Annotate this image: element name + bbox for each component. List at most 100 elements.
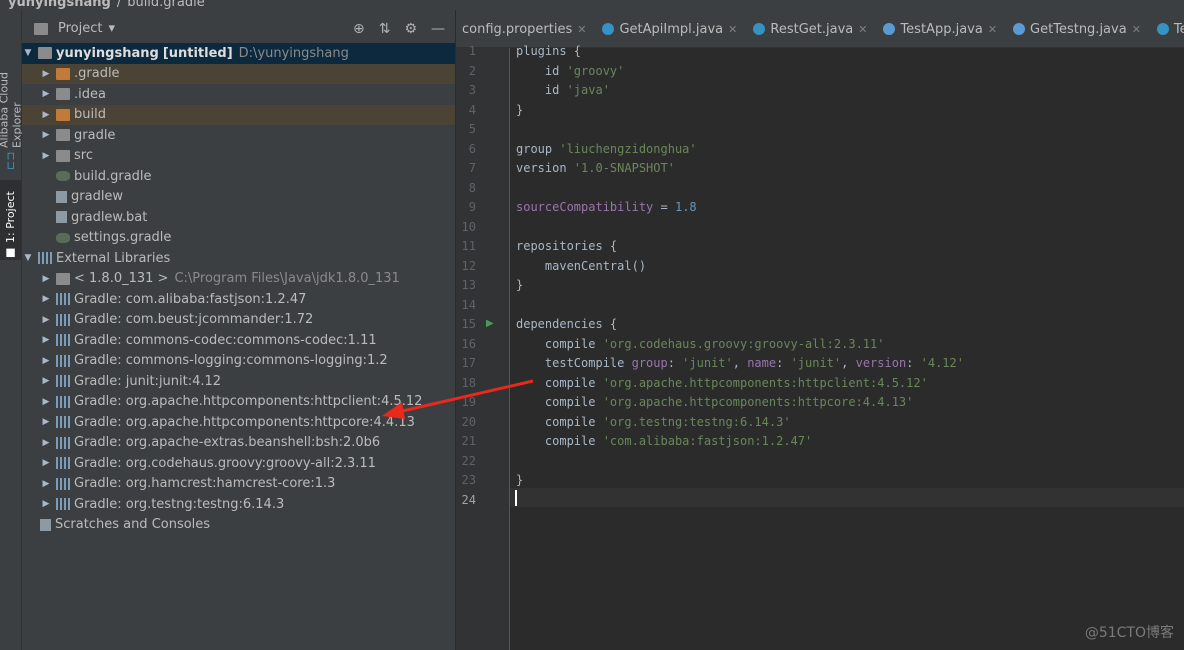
tree-item-build[interactable]: ▶ build [22,104,455,125]
tree-item-gradle[interactable]: ▶ gradle [22,125,455,146]
collapsed-arrow-icon[interactable]: ▶ [40,274,52,284]
tree-item-gradlew[interactable]: gradlew [22,187,455,208]
scratches-icon [40,518,51,531]
tree-lib-item[interactable]: ▶ Gradle: junit:junit:4.12 [22,371,455,392]
close-icon[interactable]: ✕ [1132,23,1141,36]
tree-item-src[interactable]: ▶ src [22,146,455,167]
collapsed-arrow-icon[interactable]: ▶ [40,130,52,140]
tab-restget[interactable]: RestGet.java ✕ [747,11,877,47]
tab-getapiimpl[interactable]: GetApiImpl.java ✕ [596,11,747,47]
tab-testapp[interactable]: TestApp.java ✕ [877,11,1007,47]
tree-scratches[interactable]: Scratches and Consoles [22,515,455,536]
project-icon [34,22,48,35]
collapsed-arrow-icon[interactable]: ▶ [40,294,52,304]
code-line[interactable]: plugins { [516,44,581,58]
project-view-selector[interactable]: Project ▾ [30,21,115,36]
collapsed-arrow-icon[interactable]: ▶ [40,151,52,161]
code-line[interactable]: compile 'org.apache.httpcomponents:httpc… [516,376,928,390]
line-number: 24 [461,492,476,507]
code-line[interactable]: sourceCompatibility = 1.8 [516,200,697,214]
code-line[interactable]: dependencies { [516,317,617,331]
run-icon[interactable]: ▶ [486,318,494,329]
tree-jdk[interactable]: ▶ < 1.8.0_131 > C:\Program Files\Java\jdk1… [22,269,455,290]
class-icon [602,23,615,35]
collapsed-arrow-icon[interactable]: ▶ [40,499,52,509]
left-tool-strip: ⊏⊐ Alibaba Cloud Explorer ■ 1: Project [0,10,24,650]
tree-lib-item[interactable]: ▶ Gradle: org.apache.httpcomponents:httpc… [22,392,455,413]
code-line[interactable]: mavenCentral() [516,259,646,273]
line-number: 20 [461,414,476,429]
close-icon[interactable]: ✕ [988,23,997,36]
tree-lib-item[interactable]: ▶ Gradle: com.alibaba:fastjson:1.2.47 [22,289,455,310]
tree-lib-item[interactable]: ▶ Gradle: org.testng:testng:6.14.3 [22,494,455,515]
tree-item-build-gradle[interactable]: build.gradle [22,166,455,187]
jdk-icon [56,272,70,285]
collapsed-arrow-icon[interactable]: ▶ [40,69,52,79]
code-line[interactable]: id 'java' [516,83,610,97]
code-line[interactable]: } [516,278,523,292]
breadcrumb-file[interactable]: build.gradle [127,0,205,10]
tree-lib-item[interactable]: ▶ Gradle: org.apache-extras.beanshell:bsh… [22,433,455,454]
tab-testbase[interactable]: TestBas [1151,11,1184,47]
collapsed-arrow-icon[interactable]: ▶ [40,315,52,325]
editor-tabs: config.properties ✕ GetApiImpl.java ✕ Rest… [456,10,1184,48]
tree-external-libraries[interactable]: ▼ External Libraries [22,248,455,269]
alibaba-cloud-explorer-tab[interactable]: ⊏⊐ Alibaba Cloud Explorer [0,30,24,170]
locate-icon[interactable]: ⊕ [353,21,365,37]
watermark: @51CTO博客 [1084,625,1174,641]
collapsed-arrow-icon[interactable]: ▶ [40,397,52,407]
code-line[interactable]: id 'groovy' [516,64,624,78]
tree-item-idea[interactable]: ▶ .idea [22,84,455,105]
tree-lib-item[interactable]: ▶ Gradle: commons-codec:commons-codec:1.1… [22,330,455,351]
tree-lib-item[interactable]: ▶ Gradle: org.apache.httpcomponents:httpc… [22,412,455,433]
close-icon[interactable]: ✕ [728,23,737,36]
collapsed-arrow-icon[interactable]: ▶ [40,356,52,366]
code-line[interactable]: compile 'com.alibaba:fastjson:1.2.47' [516,434,812,448]
close-icon[interactable]: ✕ [858,23,867,36]
line-number: 15 [461,317,476,331]
collapsed-arrow-icon[interactable]: ▶ [40,376,52,386]
tab-gettestng[interactable]: GetTestng.java ✕ [1007,11,1151,47]
minimize-icon[interactable]: — [431,21,445,37]
line-number: 9 [468,200,476,214]
tree-root[interactable]: ▼ yunyingshang [untitled] D:\yunyingshan… [22,43,455,64]
code-line[interactable]: } [516,473,523,487]
code-line[interactable]: compile 'org.apache.httpcomponents:httpc… [516,395,913,409]
line-number: 17 [461,356,476,370]
project-tool-tab[interactable]: ■ 1: Project [0,180,21,260]
line-number: 6 [468,141,476,156]
code-line[interactable]: } [516,103,523,117]
gutter-divider [509,48,510,650]
breadcrumb-project[interactable]: yunyingshang [8,0,111,10]
code-line[interactable]: compile 'org.codehaus.groovy:groovy-all:… [516,337,885,351]
code-line[interactable]: version '1.0-SNAPSHOT' [516,161,675,175]
tab-config-properties[interactable]: config.properties ✕ [456,11,596,47]
collapsed-arrow-icon[interactable]: ▶ [40,335,52,345]
expanded-arrow-icon[interactable]: ▼ [22,253,34,263]
collapsed-arrow-icon[interactable]: ▶ [40,89,52,99]
collapsed-arrow-icon[interactable]: ▶ [40,479,52,489]
line-number: 21 [461,434,476,448]
line-number: 4 [468,102,476,117]
code-line[interactable]: testCompile group: 'junit', name: 'junit… [516,356,964,370]
code-line[interactable]: repositories { [516,239,617,253]
collapsed-arrow-icon[interactable]: ▶ [40,438,52,448]
gear-icon[interactable]: ⚙ [404,21,417,37]
collapsed-arrow-icon[interactable]: ▶ [40,110,52,120]
library-icon [56,354,70,367]
tree-item-gradle-dir[interactable]: ▶ .gradle [22,63,455,84]
tree-lib-item[interactable]: ▶ Gradle: commons-logging:commons-logging… [22,351,455,372]
collapsed-arrow-icon[interactable]: ▶ [40,417,52,427]
tree-lib-item[interactable]: ▶ Gradle: org.codehaus.groovy:groovy-all:… [22,453,455,474]
collapsed-arrow-icon[interactable]: ▶ [40,458,52,468]
code-line[interactable]: compile 'org.testng:testng:6.14.3' [516,415,791,429]
tree-item-settings-gradle[interactable]: settings.gradle [22,228,455,249]
collapse-all-icon[interactable]: ⇅ [379,21,391,37]
code-line[interactable]: group 'liuchengzidonghua' [516,142,697,156]
test-class-icon [883,23,896,35]
tree-lib-item[interactable]: ▶ Gradle: org.hamcrest:hamcrest-core:1.3 [22,474,455,495]
tree-lib-item[interactable]: ▶ Gradle: com.beust:jcommander:1.72 [22,310,455,331]
tree-item-gradlew-bat[interactable]: gradlew.bat [22,207,455,228]
close-icon[interactable]: ✕ [577,23,586,36]
expanded-arrow-icon[interactable]: ▼ [22,48,34,58]
